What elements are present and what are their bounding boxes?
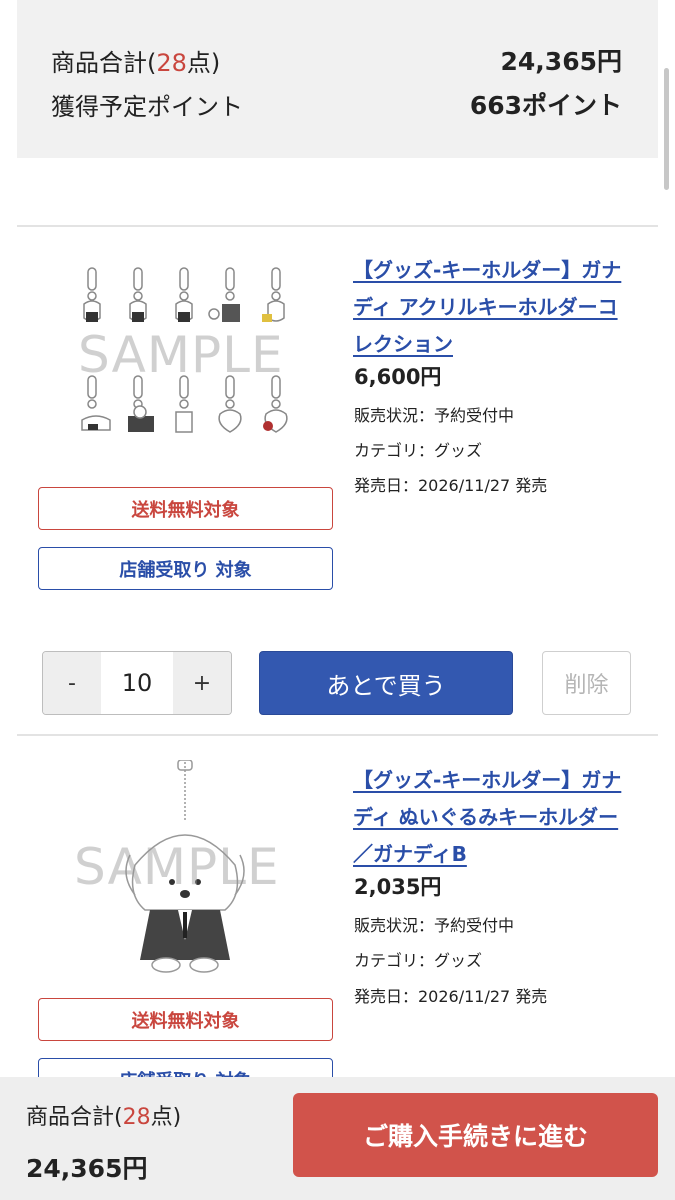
summary-total-label: 商品合計(28点) bbox=[51, 43, 220, 78]
product-title-line: レクション bbox=[353, 332, 453, 356]
sample-watermark: SAMPLE bbox=[74, 838, 280, 896]
summary-points-value: 663ポイント bbox=[469, 91, 622, 120]
product-price: 6,600円 bbox=[354, 365, 442, 389]
buy-later-button[interactable]: あとで買う bbox=[259, 651, 513, 715]
footer-total-label: 商品合計(28点) bbox=[26, 1099, 181, 1131]
footer-total-prefix: 商品合計( bbox=[26, 1105, 123, 1130]
summary-points-label: 獲得予定ポイント bbox=[51, 92, 243, 121]
product-image-plush-keychain[interactable]: SAMPLE bbox=[70, 759, 300, 975]
product-title-line: 【グッズ-キーホルダー】ガナ bbox=[353, 258, 622, 282]
product-price: 2,035円 bbox=[354, 875, 442, 899]
summary-total-row: 商品合計(28点) 24,365円 bbox=[51, 42, 622, 78]
checkout-footer: 商品合計(28点) 24,365円 ご購入手続きに進む bbox=[0, 1077, 675, 1200]
divider bbox=[17, 225, 658, 227]
footer-total-price: 24,365円 bbox=[26, 1154, 148, 1183]
summary-total-suffix: 点) bbox=[186, 48, 221, 77]
proceed-to-checkout-button[interactable]: ご購入手続きに進む bbox=[293, 1093, 658, 1177]
product-title-line: 【グッズ-キーホルダー】ガナ bbox=[353, 768, 622, 792]
product-title-line: ディ ぬいぐるみキーホルダー bbox=[353, 805, 619, 829]
summary-total-price: 24,365円 bbox=[500, 47, 622, 76]
divider bbox=[17, 734, 658, 736]
free-shipping-badge: 送料無料対象 bbox=[38, 487, 333, 530]
summary-total-count: 28 bbox=[156, 48, 187, 77]
footer-total-suffix: 点) bbox=[150, 1105, 182, 1130]
product-title-link[interactable]: 【グッズ-キーホルダー】ガナ ディ アクリルキーホルダーコ レクション bbox=[353, 252, 653, 363]
release-date: 発売日：2026/11/27 発売 bbox=[354, 987, 548, 1006]
summary-points-row: 獲得予定ポイント 663ポイント bbox=[51, 86, 622, 122]
order-summary: 商品合計(28点) 24,365円 獲得予定ポイント 663ポイント bbox=[17, 0, 658, 158]
product-category: カテゴリ：グッズ bbox=[354, 951, 483, 970]
quantity-input[interactable]: 10 bbox=[101, 652, 173, 714]
product-image-keychain-collection[interactable]: SAMPLE bbox=[70, 258, 300, 473]
delete-button[interactable]: 削除 bbox=[542, 651, 631, 715]
free-shipping-badge: 送料無料対象 bbox=[38, 998, 333, 1041]
page-scrollbar[interactable] bbox=[664, 68, 669, 190]
store-pickup-badge: 店舗受取り 対象 bbox=[38, 547, 333, 590]
product-title-line: ／ガナディB bbox=[353, 842, 467, 866]
footer-total-count: 28 bbox=[122, 1105, 151, 1130]
product-category: カテゴリ：グッズ bbox=[354, 441, 483, 460]
product-title-line: ディ アクリルキーホルダーコ bbox=[353, 295, 618, 319]
sales-status: 販売状況：予約受付中 bbox=[354, 916, 515, 935]
quantity-increase-button[interactable]: + bbox=[173, 652, 231, 714]
quantity-stepper: - 10 + bbox=[42, 651, 232, 715]
sample-watermark: SAMPLE bbox=[78, 326, 284, 384]
summary-total-prefix: 商品合計( bbox=[51, 48, 157, 77]
sales-status: 販売状況：予約受付中 bbox=[354, 406, 515, 425]
product-title-link[interactable]: 【グッズ-キーホルダー】ガナ ディ ぬいぐるみキーホルダー ／ガナディB bbox=[353, 762, 653, 873]
quantity-decrease-button[interactable]: - bbox=[43, 652, 101, 714]
release-date: 発売日：2026/11/27 発売 bbox=[354, 476, 548, 495]
